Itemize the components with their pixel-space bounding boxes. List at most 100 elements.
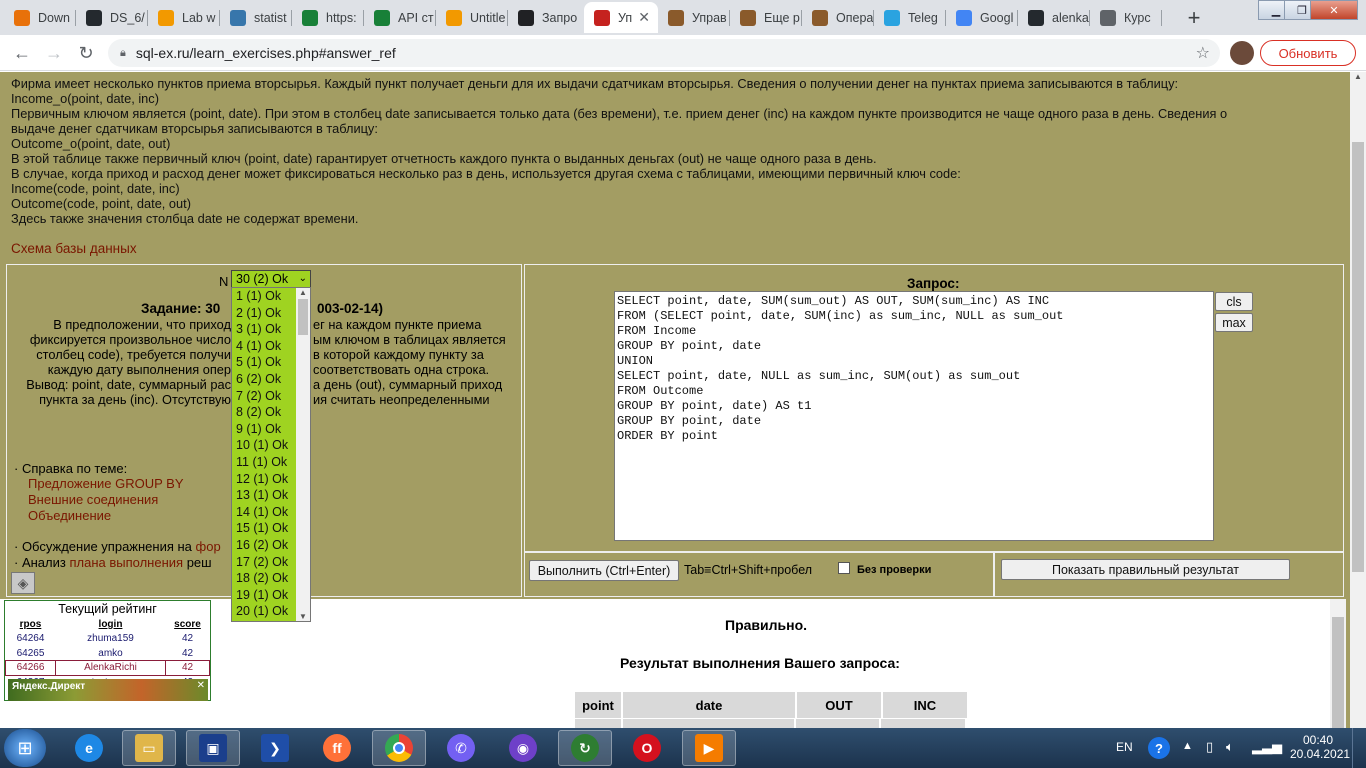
tab-14[interactable]: Googl: [946, 2, 1018, 33]
close-window-button[interactable]: ✕: [1310, 0, 1358, 20]
exercise-option[interactable]: 14 (1) Ok: [232, 504, 296, 521]
tab-13[interactable]: Teleg: [874, 2, 946, 33]
no-check-checkbox[interactable]: [838, 562, 850, 574]
firefox-taskbar-button[interactable]: ff: [310, 730, 364, 766]
rating-cell[interactable]: amko: [56, 646, 166, 661]
rating-cell: 42: [181, 647, 194, 659]
exercise-option[interactable]: 4 (1) Ok: [232, 338, 296, 355]
rating-cell[interactable]: AlenkaRichi: [55, 660, 166, 676]
github-taskbar-button[interactable]: ◉: [496, 730, 550, 766]
language-indicator[interactable]: EN: [1116, 740, 1133, 754]
exercise-option[interactable]: 16 (2) Ok: [232, 537, 296, 554]
scroll-down-icon[interactable]: ▼: [296, 612, 310, 621]
exercise-option[interactable]: 10 (1) Ok: [232, 437, 296, 454]
rating-cell[interactable]: zhuma159: [56, 632, 166, 647]
exercise-option[interactable]: 5 (1) Ok: [232, 354, 296, 371]
tab-9[interactable]: Уп ✕: [584, 2, 658, 33]
app-taskbar-button[interactable]: ↻: [558, 730, 612, 766]
dropdown-scroll-thumb[interactable]: [298, 299, 308, 335]
ad-banner[interactable]: Яндекс.Директ ✕: [8, 679, 208, 701]
bookmark-star-icon[interactable]: ☆: [1196, 43, 1210, 63]
opera-taskbar-button[interactable]: O: [620, 730, 674, 766]
schema-link[interactable]: Схема базы данных: [11, 241, 137, 256]
forum-link[interactable]: фор: [196, 539, 221, 554]
viber-taskbar-button[interactable]: ✆: [434, 730, 488, 766]
exercise-option[interactable]: 18 (2) Ok: [232, 570, 296, 587]
tab-7[interactable]: Untitle: [436, 2, 508, 33]
tab-8[interactable]: Запро: [508, 2, 580, 33]
exercise-option[interactable]: 19 (1) Ok: [232, 587, 296, 604]
page-scrollbar[interactable]: ▲: [1350, 72, 1366, 729]
tab-5[interactable]: https:: [292, 2, 364, 33]
scroll-up-icon[interactable]: ▲: [296, 288, 310, 297]
exercise-option[interactable]: 20 (1) Ok: [232, 603, 296, 620]
page-scroll-thumb[interactable]: [1352, 142, 1364, 572]
exercise-option[interactable]: 15 (1) Ok: [232, 520, 296, 537]
leaf-icon: [374, 9, 390, 26]
volume-icon[interactable]: 🔈︎: [1226, 739, 1234, 755]
explorer-taskbar-button[interactable]: ▭: [122, 730, 176, 766]
tab-3[interactable]: Lab w: [148, 2, 220, 33]
help-link-outer-join[interactable]: Внешние соединения: [28, 492, 158, 507]
clock[interactable]: 00:40 20.04.2021: [1290, 733, 1350, 761]
chrome-taskbar-button[interactable]: [372, 730, 426, 766]
update-button[interactable]: Обновить: [1260, 40, 1356, 66]
plan-diagram-icon[interactable]: ◈: [11, 572, 35, 594]
exercise-select[interactable]: 30 (2) Ok ⌄: [231, 270, 311, 288]
close-tab-icon[interactable]: ✕: [638, 9, 650, 26]
powershell-taskbar-button[interactable]: ❯: [248, 730, 302, 766]
exercise-option[interactable]: 17 (2) Ok: [232, 554, 296, 571]
tray-expand-icon[interactable]: ▲: [1182, 740, 1193, 752]
start-button[interactable]: ⊞: [4, 729, 46, 767]
show-correct-result-button[interactable]: Показать правильный результат: [1001, 559, 1290, 580]
maximize-editor-button[interactable]: max: [1215, 313, 1253, 332]
forward-icon[interactable]: →: [42, 41, 66, 65]
plan-link[interactable]: плана выполнения: [69, 555, 183, 570]
rating-header-rpos[interactable]: rpos: [6, 617, 56, 632]
dropdown-scrollbar[interactable]: ▲ ▼: [296, 288, 310, 621]
tab-11[interactable]: Еще р: [730, 2, 802, 33]
run-query-button[interactable]: Выполнить (Ctrl+Enter): [529, 560, 679, 581]
editor-taskbar-button[interactable]: ▣: [186, 730, 240, 766]
tab-1[interactable]: Down: [4, 2, 76, 33]
clear-button[interactable]: cls: [1215, 292, 1253, 311]
tab-4[interactable]: statist: [220, 2, 292, 33]
exercise-option[interactable]: 7 (2) Ok: [232, 388, 296, 405]
media-taskbar-button[interactable]: ▶: [682, 730, 736, 766]
tab-10[interactable]: Управ: [658, 2, 730, 33]
result-scrollbar[interactable]: [1330, 599, 1346, 729]
network-signal-icon[interactable]: ▂▃▅: [1252, 739, 1282, 755]
help-link-union[interactable]: Объединение: [28, 508, 111, 523]
exercise-option[interactable]: 12 (1) Ok: [232, 471, 296, 488]
exercise-option[interactable]: 1 (1) Ok: [232, 288, 296, 305]
exercise-option[interactable]: 9 (1) Ok: [232, 421, 296, 438]
query-editor[interactable]: SELECT point, date, SUM(sum_out) AS OUT,…: [614, 291, 1214, 541]
exercise-option[interactable]: 2 (1) Ok: [232, 305, 296, 322]
rating-header-login[interactable]: login: [56, 617, 166, 632]
rating-header-score[interactable]: score: [166, 617, 210, 632]
tab-16[interactable]: Курс: [1090, 2, 1162, 33]
exercise-option[interactable]: 13 (1) Ok: [232, 487, 296, 504]
battery-icon[interactable]: ▯: [1206, 739, 1213, 755]
tab-2[interactable]: DS_6/: [76, 2, 148, 33]
profile-avatar[interactable]: [1230, 41, 1254, 65]
exercise-dropdown-list[interactable]: 1 (1) Ok 2 (1) Ok 3 (1) Ok 4 (1) Ok 5 (1) Ok…: [231, 287, 311, 622]
back-icon[interactable]: ←: [10, 41, 34, 65]
help-icon[interactable]: ?: [1148, 737, 1170, 759]
tab-12[interactable]: Опера: [802, 2, 874, 33]
tab-6[interactable]: API ст: [364, 2, 436, 33]
reload-icon[interactable]: ↻: [74, 41, 98, 65]
help-link-group-by[interactable]: Предложение GROUP BY: [28, 476, 184, 491]
close-icon[interactable]: ✕: [197, 680, 205, 691]
ie-taskbar-button[interactable]: e: [62, 730, 116, 766]
address-bar[interactable]: 🔒︎ sql-ex.ru/learn_exercises.php#answer_…: [108, 39, 1220, 67]
exercise-option[interactable]: 8 (2) Ok: [232, 404, 296, 421]
exercise-option[interactable]: 11 (1) Ok: [232, 454, 296, 471]
new-tab-button[interactable]: +: [1180, 4, 1208, 32]
tab-15[interactable]: alenka: [1018, 2, 1090, 33]
exercise-option[interactable]: 6 (2) Ok: [232, 371, 296, 388]
result-scroll-thumb[interactable]: [1332, 617, 1344, 729]
scroll-up-icon[interactable]: ▲: [1350, 72, 1366, 86]
show-desktop-button[interactable]: [1352, 728, 1366, 768]
exercise-option[interactable]: 3 (1) Ok: [232, 321, 296, 338]
